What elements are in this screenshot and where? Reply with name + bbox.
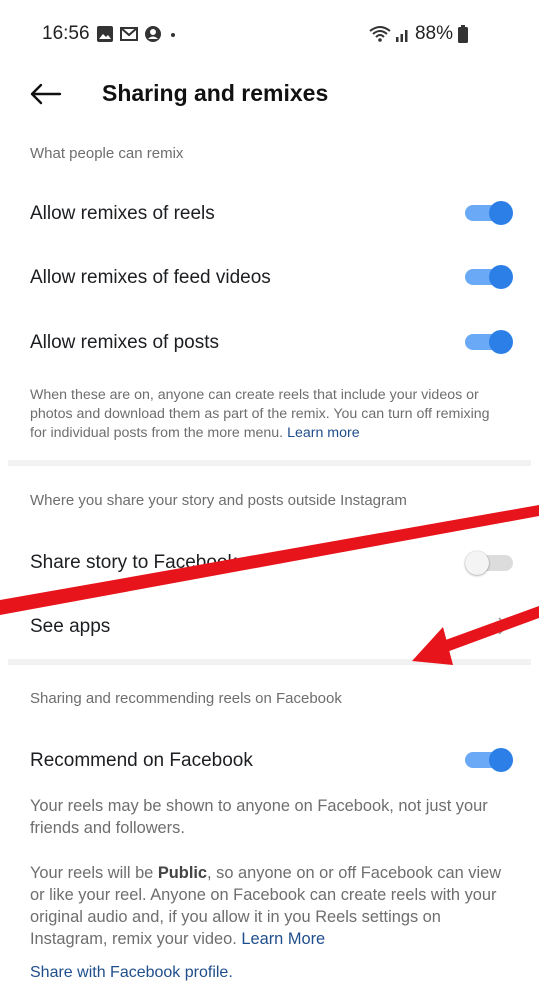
facebook-audience-description: Your reels may be shown to anyone on Fac… <box>30 797 488 837</box>
signal-icon <box>395 30 408 42</box>
facebook-section-label: Sharing and recommending reels on Facebo… <box>30 690 342 707</box>
remix-reels-toggle[interactable] <box>465 199 513 227</box>
battery-icon <box>458 25 468 43</box>
facebook-public-description: Your reels will be Public, so anyone on … <box>30 864 502 948</box>
chevron-right-icon[interactable] <box>496 616 510 636</box>
gmail-icon <box>120 27 138 41</box>
section-divider <box>8 659 531 665</box>
wifi-icon <box>369 26 391 42</box>
remix-feed-videos-label[interactable]: Allow remixes of feed videos <box>30 267 271 289</box>
back-arrow-icon[interactable] <box>26 80 66 108</box>
remix-posts-toggle[interactable] <box>465 328 513 356</box>
see-apps-label[interactable]: See apps <box>30 616 110 638</box>
notification-icons <box>96 25 179 43</box>
share-facebook-profile-link[interactable]: Share with Facebook profile. <box>30 964 233 982</box>
facebook-learn-more-link[interactable]: Learn More <box>241 930 325 948</box>
remix-learn-more-link[interactable]: Learn more <box>287 425 360 441</box>
recommend-facebook-label[interactable]: Recommend on Facebook <box>30 750 253 772</box>
remix-section-label: What people can remix <box>30 145 184 162</box>
system-status: 88% <box>369 23 469 45</box>
gallery-icon <box>97 26 113 42</box>
account-icon <box>145 26 161 42</box>
remix-posts-label[interactable]: Allow remixes of posts <box>30 332 219 354</box>
share-story-facebook-label[interactable]: Share story to Facebook <box>30 552 237 574</box>
remix-feed-videos-toggle[interactable] <box>465 263 513 291</box>
page-title: Sharing and remixes <box>102 80 329 106</box>
dot-icon <box>171 33 175 37</box>
annotation-arrow-shaft <box>440 606 539 653</box>
share-story-facebook-toggle[interactable] <box>465 549 513 577</box>
remix-description: When these are on, anyone can create ree… <box>30 387 490 441</box>
status-time: 16:56 <box>42 23 90 44</box>
app-header: Sharing and remixes <box>0 70 539 118</box>
section-divider <box>8 460 531 466</box>
remix-reels-label[interactable]: Allow remixes of reels <box>30 203 215 225</box>
recommend-facebook-toggle[interactable] <box>465 746 513 774</box>
status-bar: 16:56 88% <box>0 0 539 70</box>
outside-section-label: Where you share your story and posts out… <box>30 492 407 509</box>
battery-percent: 88% <box>414 23 453 44</box>
